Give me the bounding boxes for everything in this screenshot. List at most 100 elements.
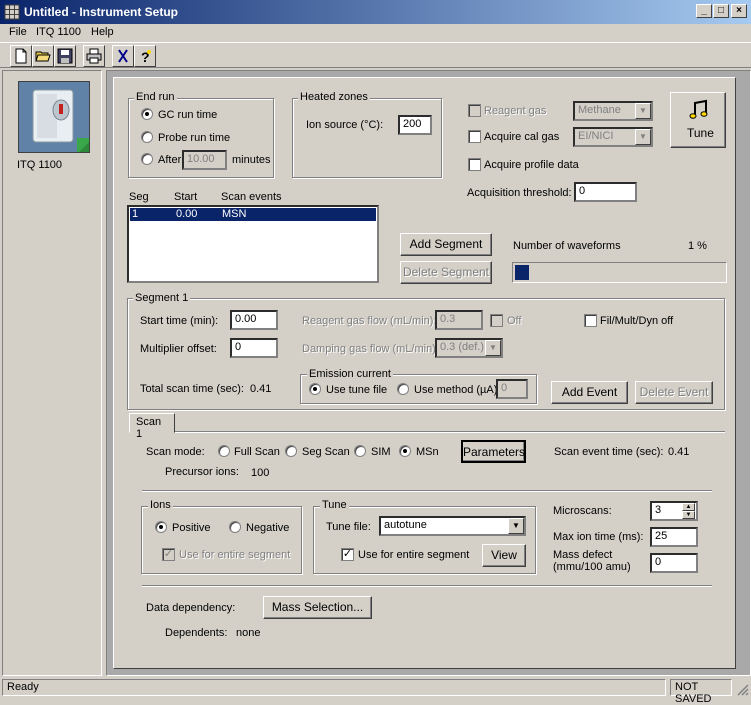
use-tune-file-radio[interactable] [309,383,321,395]
segment-number: 1 [132,208,139,220]
after-radio[interactable] [141,153,153,165]
status-bar: Ready NOT SAVED [0,678,751,705]
cut-icon [118,49,128,63]
chevron-down-icon: ▼ [635,103,651,119]
maximize-button[interactable]: □ [713,4,729,18]
menu-itq1100[interactable]: ITQ 1100 [36,26,81,38]
fil-mult-dyn-checkbox[interactable] [584,314,597,327]
seg-scan-radio[interactable] [285,445,297,457]
table-row[interactable]: 1 0.00 MSN [130,208,376,221]
title-bar[interactable]: Untitled - Instrument Setup _ □ × [0,0,751,24]
mass-defect-field[interactable]: 0 [650,553,698,573]
tab-scan1[interactable]: Scan 1 [129,413,175,440]
emission-method-field[interactable]: 0 [496,379,528,399]
segment-list[interactable]: 1 0.00 MSN [127,205,379,283]
acquire-profile-checkbox[interactable] [468,158,481,171]
seg-scan-label: Seg Scan [302,446,350,458]
spin-up-icon[interactable]: ▲ [682,503,695,511]
acquire-profile-label: Acquire profile data [484,159,579,171]
start-time-field[interactable]: 0.00 [230,310,278,330]
cal-gas-value: EI/NICI [578,130,614,142]
after-minutes-field[interactable]: 10.00 [182,150,227,170]
spin-down-icon[interactable]: ▼ [682,511,695,519]
acquire-cal-gas-checkbox[interactable] [468,130,481,143]
threshold-field[interactable]: 0 [574,182,637,202]
use-method-label: Use method (µA): [414,384,501,396]
instrument-label: ITQ 1100 [17,159,63,171]
microscans-spinner[interactable]: ▲ ▼ [682,503,695,519]
waveforms-progress [512,262,727,283]
divider [142,585,712,587]
delete-segment-button[interactable]: Delete Segment [400,261,492,284]
open-button[interactable] [32,45,54,67]
tune-file-label: Tune file: [326,521,371,533]
print-button[interactable] [83,45,105,67]
resize-grip-icon[interactable] [735,682,749,696]
max-ion-time-label: Max ion time (ms): [553,531,644,543]
cut-button[interactable] [112,45,134,67]
minimize-button[interactable]: _ [696,4,712,18]
new-document-icon [15,48,27,64]
ions-entire-segment-checkbox[interactable]: ✓ [162,548,175,561]
tune-entire-segment-checkbox[interactable]: ✓ [341,548,354,561]
ion-source-field[interactable]: 200 [398,115,432,135]
print-icon [86,48,102,64]
help-icon: ? [141,49,151,64]
reagent-off-checkbox[interactable] [490,314,503,327]
positive-radio[interactable] [155,521,167,533]
help-button[interactable]: ? [134,45,156,67]
positive-label: Positive [172,522,211,534]
max-ion-time-field[interactable]: 25 [650,527,698,547]
parameters-button[interactable]: Parameters [461,440,526,463]
reagent-off-label: Off [507,315,522,327]
cal-gas-dropdown[interactable]: EI/NICI ▼ [573,127,653,147]
full-scan-radio[interactable] [218,445,230,457]
probe-run-time-radio[interactable] [141,131,153,143]
tune-label: Tune [687,126,714,140]
negative-radio[interactable] [229,521,241,533]
multiplier-field[interactable]: 0 [230,338,278,358]
dependents-label: Dependents: [165,627,228,639]
tune-button[interactable]: Tune [670,92,726,148]
instrument-pane: ITQ 1100 [2,70,102,676]
use-tune-file-label: Use tune file [326,384,388,396]
view-button[interactable]: View [482,544,526,567]
open-folder-icon [35,51,51,62]
reagent-flow-field[interactable]: 0.3 [435,310,483,330]
reagent-gas-dropdown[interactable]: Methane ▼ [573,101,653,121]
tune-entire-segment-label: Use for entire segment [358,549,470,561]
seg-header: Seg [129,191,149,203]
instrument-icon [19,82,89,152]
instrument-tile[interactable] [18,81,90,153]
add-event-button[interactable]: Add Event [551,381,628,404]
add-segment-button[interactable]: Add Segment [400,233,492,256]
mass-selection-button[interactable]: Mass Selection... [263,596,372,619]
damping-flow-dropdown[interactable]: 0.3 (def.) ▼ [435,338,503,358]
emission-title: Emission current [307,368,393,380]
threshold-label: Acquisition threshold: [467,187,572,199]
msn-radio[interactable] [399,445,411,457]
scan-events-header: Scan events [221,191,282,203]
start-header: Start [174,191,198,203]
delete-event-button[interactable]: Delete Event [635,381,713,404]
menu-help[interactable]: Help [91,26,114,38]
tune-file-dropdown[interactable]: autotune ▼ [379,516,526,536]
ions-title: Ions [148,499,173,511]
reagent-gas-checkbox[interactable] [468,104,481,117]
menu-bar: File ITQ 1100 Help [0,24,751,42]
scan-event-time-value: 0.41 [668,446,690,458]
start-time-label: Start time (min): [140,315,219,327]
gc-run-time-radio[interactable] [141,108,153,120]
save-button[interactable] [54,45,76,67]
new-button[interactable] [10,45,32,67]
sim-radio[interactable] [354,445,366,457]
use-method-radio[interactable] [397,383,409,395]
damping-flow-value: 0.3 (def.) [440,341,485,353]
damping-flow-label: Damping gas flow (mL/min): [302,343,439,355]
waveforms-value: 1 % [688,240,707,252]
reagent-flow-label: Reagent gas flow (mL/min): [302,315,437,327]
heated-zones-group [292,98,442,178]
waveforms-label: Number of waveforms [513,240,621,252]
close-button[interactable]: × [731,4,747,18]
menu-file[interactable]: File [9,26,27,38]
